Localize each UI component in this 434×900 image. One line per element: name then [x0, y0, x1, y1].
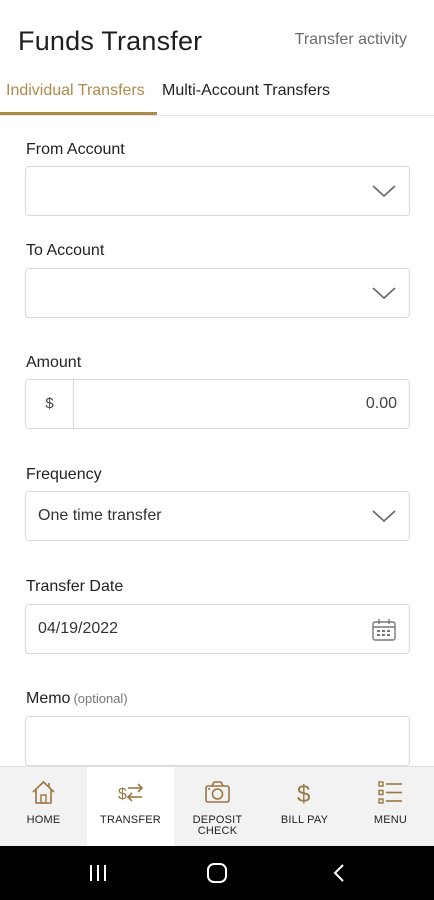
header: Funds Transfer Transfer activity	[0, 0, 434, 72]
bottom-nav: HOME $ TRANSFER DEPOSIT CHECK $ BILL PAY…	[0, 766, 434, 847]
nav-deposit-label-line2: CHECK	[197, 825, 238, 837]
menu-list-icon	[377, 779, 404, 806]
from-account-select[interactable]	[25, 166, 410, 216]
active-tab-indicator	[0, 112, 157, 115]
nav-menu-label: MENU	[373, 814, 408, 826]
page-title: Funds Transfer	[18, 26, 203, 56]
nav-bill-pay-label: BILL PAY	[280, 814, 329, 826]
currency-symbol: $	[26, 380, 74, 428]
chevron-down-icon	[371, 507, 397, 525]
home-button-icon[interactable]	[205, 863, 229, 883]
transfer-activity-link[interactable]: Transfer activity	[295, 31, 407, 49]
nav-transfer-label: TRANSFER	[100, 814, 161, 826]
svg-text:$: $	[118, 786, 127, 803]
camera-icon	[204, 779, 231, 806]
nav-home-label: HOME	[26, 814, 61, 826]
nav-deposit-check[interactable]: DEPOSIT CHECK	[174, 767, 261, 847]
tab-individual-transfers[interactable]: Individual Transfers	[6, 82, 145, 100]
chevron-down-icon	[371, 182, 397, 200]
memo-label-text: Memo	[26, 690, 71, 707]
frequency-label: Frequency	[26, 466, 102, 483]
dollar-icon: $	[291, 779, 318, 808]
transfer-arrows-icon: $	[117, 779, 144, 806]
from-account-label: From Account	[26, 141, 125, 158]
amount-value: 0.00	[365, 395, 397, 412]
transfer-date-input[interactable]: 04/19/2022	[25, 604, 410, 654]
memo-label: Memo (optional)	[26, 690, 128, 708]
amount-input[interactable]: $ 0.00	[25, 379, 410, 429]
to-account-label: To Account	[26, 242, 105, 259]
memo-optional-hint: (optional)	[73, 691, 128, 706]
transfer-tabs: Individual Transfers Multi-Account Trans…	[0, 72, 434, 116]
nav-menu[interactable]: MENU	[347, 767, 434, 847]
home-icon	[30, 779, 57, 806]
nav-transfer[interactable]: $ TRANSFER	[87, 767, 174, 847]
frequency-select[interactable]: One time transfer	[25, 491, 410, 541]
chevron-down-icon	[371, 284, 397, 302]
back-icon[interactable]	[328, 863, 352, 883]
transfer-date-label: Transfer Date	[26, 578, 124, 595]
transfer-date-value: 04/19/2022	[38, 620, 119, 637]
recent-apps-icon[interactable]	[86, 863, 110, 883]
calendar-icon[interactable]	[371, 617, 397, 643]
nav-bill-pay[interactable]: $ BILL PAY	[261, 767, 348, 847]
nav-home[interactable]: HOME	[0, 767, 87, 847]
frequency-value: One time transfer	[38, 507, 162, 524]
svg-text:$: $	[297, 781, 310, 806]
memo-input[interactable]	[25, 716, 410, 766]
to-account-select[interactable]	[25, 268, 410, 318]
system-navigation-bar	[0, 846, 434, 900]
amount-label: Amount	[26, 354, 82, 371]
tab-multi-account-transfers[interactable]: Multi-Account Transfers	[162, 82, 330, 100]
